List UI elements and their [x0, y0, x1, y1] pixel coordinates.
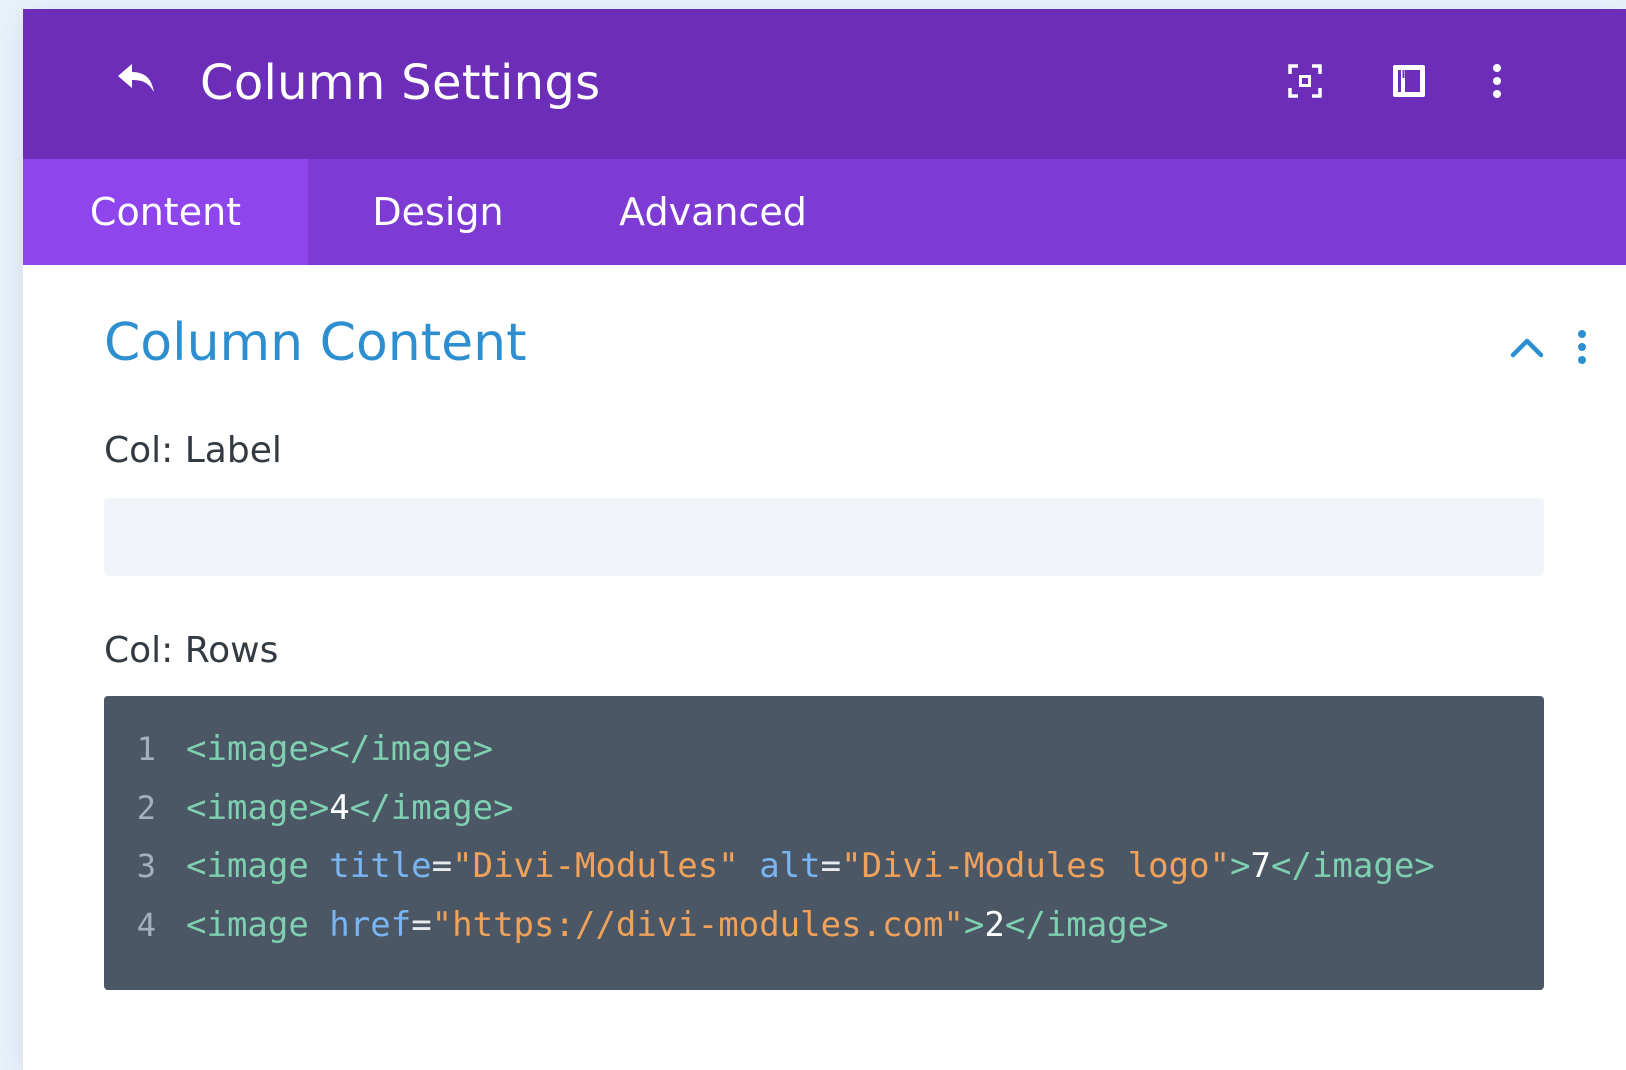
col-rows-code-editor[interactable]: 1 <image> </image> 2 <image> 4 </image> 3 <…	[104, 696, 1544, 990]
code-text: 4	[329, 787, 350, 828]
section-options-button[interactable]	[1568, 323, 1596, 375]
code-string: "https://divi-modules.com"	[431, 904, 964, 945]
section-title[interactable]: Column Content	[104, 313, 526, 373]
focus-mode-icon	[1288, 63, 1322, 103]
code-eq: =	[411, 904, 432, 945]
panel-title: Column Settings	[200, 55, 601, 111]
tab-content[interactable]: Content	[23, 159, 308, 265]
more-options-icon	[1577, 329, 1587, 370]
line-number: 1	[136, 730, 156, 769]
code-tag: </image>	[1004, 904, 1169, 945]
panel-body: Column Content Col: Label Col: Rows 1 <i…	[23, 265, 1626, 1070]
code-tag: <image>	[186, 729, 330, 770]
panel-header: Column Settings	[23, 9, 1626, 159]
back-button[interactable]	[108, 54, 164, 110]
code-tag: <image>	[186, 787, 330, 828]
back-arrow-icon	[114, 60, 158, 105]
focus-mode-button[interactable]	[1281, 59, 1329, 107]
code-string: "Divi-Modules"	[452, 846, 739, 887]
code-attr: alt	[759, 846, 821, 887]
code-tag: </image>	[329, 729, 494, 770]
code-line: 3 <image title = "Divi-Modules" alt = "Divi-…	[104, 837, 1544, 896]
tab-advanced[interactable]: Advanced	[568, 159, 858, 265]
collapse-section-button[interactable]	[1503, 325, 1551, 373]
settings-panel: Column Settings Content Design Advanced …	[23, 9, 1626, 1070]
code-attr: href	[329, 904, 412, 945]
code-line: 2 <image> 4 </image>	[104, 779, 1544, 838]
code-tag: <image	[186, 846, 330, 887]
code-tag: </image>	[349, 787, 514, 828]
line-number: 2	[136, 788, 156, 827]
tab-bar: Content Design Advanced	[23, 159, 1626, 265]
col-label-field-label: Col: Label	[104, 430, 282, 471]
code-line: 1 <image> </image>	[104, 720, 1544, 779]
code-eq: =	[431, 846, 453, 887]
col-rows-field-label: Col: Rows	[104, 630, 279, 671]
code-tag: </image>	[1271, 846, 1435, 887]
code-tag: >	[963, 904, 985, 945]
col-label-input[interactable]	[104, 498, 1544, 576]
code-line: 4 <image href = "https://divi-modules.com"…	[104, 896, 1544, 955]
code-tag: <image	[186, 904, 330, 945]
code-text: 7	[1250, 846, 1272, 887]
code-string: "Divi-Modules logo"	[841, 846, 1231, 887]
tab-design[interactable]: Design	[308, 159, 568, 265]
code-text: 2	[984, 904, 1005, 945]
split-view-button[interactable]	[1385, 59, 1433, 107]
code-tag: >	[1230, 846, 1251, 887]
code-attr: title	[329, 846, 432, 887]
line-number: 4	[136, 905, 156, 944]
split-view-icon	[1392, 64, 1426, 103]
chevron-up-icon	[1510, 336, 1544, 363]
code-eq: =	[820, 846, 842, 887]
more-options-button[interactable]	[1473, 59, 1521, 107]
line-number: 3	[136, 847, 156, 886]
more-options-icon	[1491, 63, 1503, 104]
